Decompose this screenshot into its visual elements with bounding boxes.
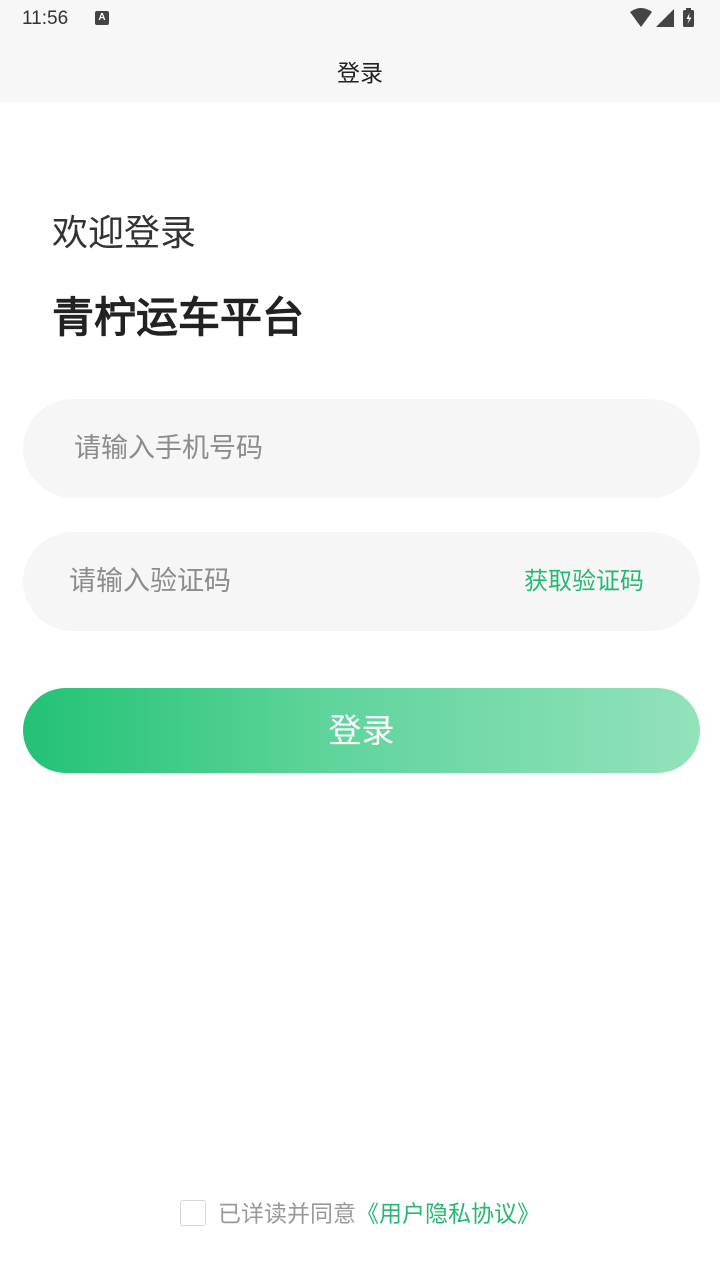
welcome-greeting: 欢迎登录	[52, 213, 197, 254]
status-time: 11:56	[22, 8, 69, 29]
code-field: 获取验证码	[23, 532, 700, 631]
status-bar: 11:56 A	[0, 0, 720, 38]
title-bar: 登录	[0, 38, 720, 102]
login-button[interactable]: 登录	[23, 688, 700, 773]
platform-name: 青柠运车平台	[52, 293, 305, 342]
agreement-row: 已详读并同意《用户隐私协议》	[0, 1198, 720, 1230]
status-icons	[630, 8, 700, 28]
agreement-text: 已详读并同意	[218, 1201, 356, 1228]
verification-code-input[interactable]	[69, 532, 469, 631]
phone-input[interactable]	[74, 399, 654, 498]
agreement-checkbox[interactable]	[180, 1199, 206, 1226]
cell-signal-icon	[656, 9, 674, 27]
phone-field	[23, 399, 700, 498]
battery-charging-icon	[683, 8, 694, 27]
get-code-button[interactable]: 获取验证码	[524, 532, 644, 631]
page-title: 登录	[337, 61, 383, 87]
notification-a-icon: A	[95, 11, 109, 25]
privacy-policy-link[interactable]: 《用户隐私协议》	[356, 1202, 540, 1228]
login-screen: 11:56 A 登录 欢迎登录 青柠运车平台 请输入手机号码 请输入验证码 获取…	[0, 0, 720, 1280]
wifi-icon	[630, 8, 652, 27]
